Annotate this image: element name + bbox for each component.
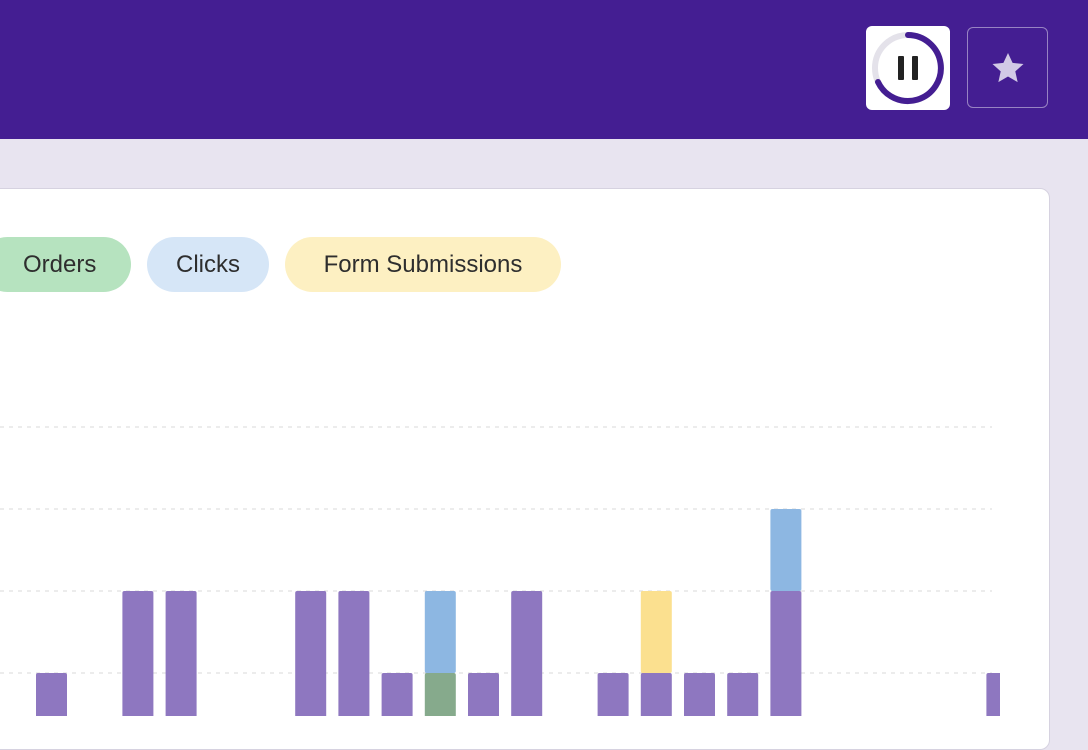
legend-chip-clicks[interactable]: Clicks [147, 237, 269, 292]
bar-segment-clicks[interactable] [770, 509, 802, 591]
bar-segment-clicks[interactable] [424, 591, 456, 673]
pause-icon [872, 32, 944, 104]
bar-segment-base[interactable] [381, 673, 413, 716]
bar-segment-base[interactable] [165, 591, 197, 716]
bar-segment-base[interactable] [986, 673, 1000, 716]
bar-segment-base[interactable] [597, 673, 629, 716]
favorite-button[interactable] [967, 27, 1048, 108]
bar-segment-base[interactable] [122, 591, 154, 716]
legend-chip-orders[interactable]: Orders [0, 237, 131, 292]
bar-segment-base[interactable] [36, 673, 67, 716]
legend-chip-form-submissions[interactable]: Form Submissions [285, 237, 561, 292]
bar-segment-base[interactable] [770, 591, 802, 716]
bar-segment-form-submissions[interactable] [640, 591, 672, 673]
bar-segment-base[interactable] [468, 673, 499, 716]
top-bar [0, 0, 1088, 139]
bar-segment-base[interactable] [727, 673, 759, 716]
bar-segment-orders[interactable] [424, 673, 456, 716]
star-icon [992, 52, 1024, 83]
bar-segment-base[interactable] [338, 591, 370, 716]
bar-segment-base[interactable] [295, 591, 327, 716]
bar-segment-base[interactable] [640, 673, 672, 716]
bar-segment-base[interactable] [684, 673, 715, 716]
pause-button[interactable] [866, 26, 950, 110]
bar-segment-base[interactable] [511, 591, 543, 716]
stacked-bar-chart [0, 426, 1000, 716]
